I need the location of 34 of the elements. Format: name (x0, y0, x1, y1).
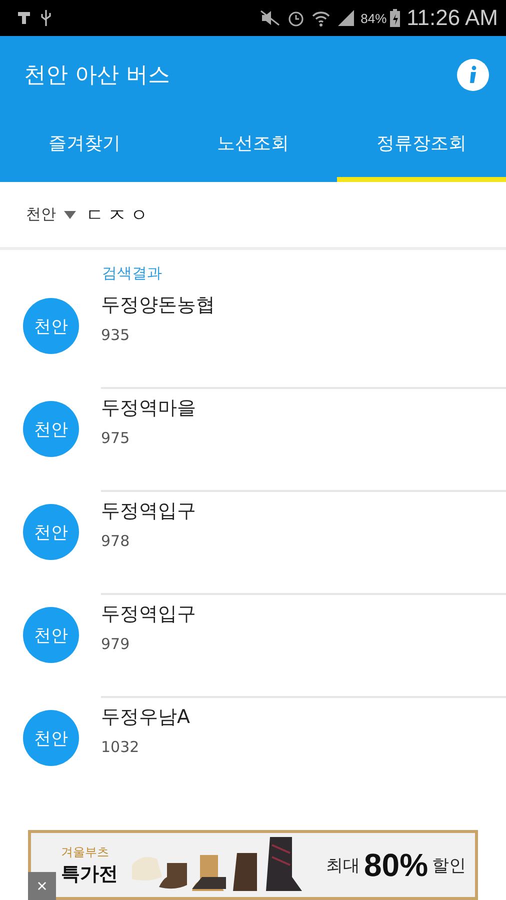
region-dropdown[interactable]: 천안 (26, 205, 56, 224)
alarm-icon (286, 9, 305, 27)
stop-number: 1032 (101, 738, 140, 756)
usb-icon (40, 8, 52, 28)
info-icon (457, 59, 489, 91)
stop-name[interactable]: 두정양돈농협 (101, 292, 215, 318)
battery-percent: 84% (360, 10, 387, 26)
stop-number: 979 (101, 635, 130, 653)
city-badge: 천안 (23, 607, 79, 663)
mute-icon (258, 9, 281, 27)
battery-icon (388, 8, 401, 28)
stop-name[interactable]: 두정우남A (101, 704, 190, 730)
ad-discount: 80% (364, 846, 428, 884)
stop-name[interactable]: 두정역입구 (101, 498, 196, 524)
stop-number: 978 (101, 532, 130, 550)
results-heading: 검색결과 (102, 264, 163, 284)
ad-text: 할인 (432, 854, 466, 876)
signal-icon (336, 9, 355, 27)
wifi-icon (310, 9, 331, 27)
stop-number: 935 (101, 326, 130, 344)
stop-name[interactable]: 두정역입구 (101, 601, 196, 627)
close-button[interactable]: × (28, 872, 56, 900)
app-title: 천안 아산 버스 (24, 62, 170, 90)
stop-number: 975 (101, 429, 130, 447)
dropdown-caret-icon (64, 210, 76, 218)
stop-name[interactable]: 두정역마을 (101, 395, 196, 421)
city-badge: 천안 (23, 401, 79, 457)
ad-text: 최대 (326, 854, 360, 876)
clock: 11:26 AM (406, 5, 498, 31)
city-badge: 천안 (23, 504, 79, 560)
ad-tagline: 겨울부츠 (61, 844, 109, 860)
ad-headline: 특가전 (61, 862, 118, 886)
city-badge: 천안 (23, 710, 79, 766)
city-badge: 천안 (23, 298, 79, 354)
